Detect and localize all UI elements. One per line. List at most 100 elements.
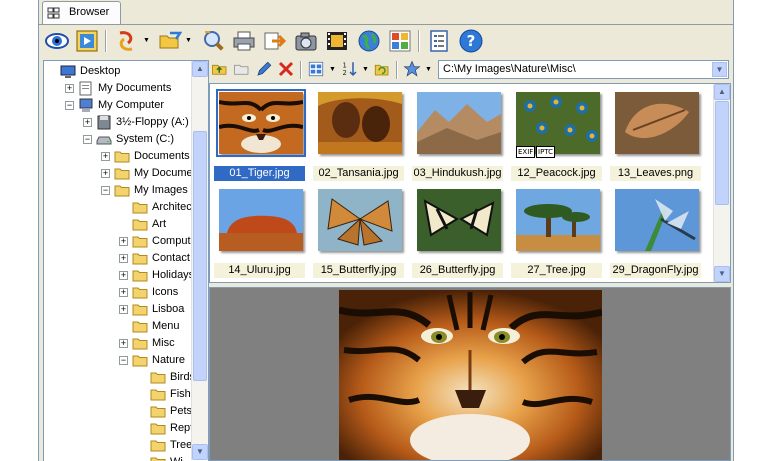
- tree-item[interactable]: + Misc: [44, 335, 191, 352]
- scroll-down-icon[interactable]: ▼: [192, 444, 208, 460]
- thumbnail-item[interactable]: 27_Tree.jpg: [510, 183, 603, 280]
- tree-item[interactable]: +3½-Floppy (A:): [44, 114, 191, 131]
- thumbnail-scrollbar[interactable]: ▲ ▼: [713, 84, 730, 282]
- thumbnail-image[interactable]: [516, 92, 600, 154]
- view-mode-icon[interactable]: [306, 58, 326, 80]
- tree-item[interactable]: + Documents a: [44, 148, 199, 165]
- thumbnail-image[interactable]: [219, 189, 303, 251]
- favorites-icon[interactable]: [402, 58, 422, 80]
- sort-dropdown-icon[interactable]: ▼: [362, 66, 369, 73]
- contact-sheet-icon[interactable]: [387, 28, 413, 54]
- refresh-icon[interactable]: [372, 58, 392, 80]
- tree-item[interactable]: Tree: [44, 437, 192, 454]
- thumbnail-caption: 12_Peacock.jpg: [511, 166, 602, 181]
- expand-icon[interactable]: +: [119, 339, 128, 348]
- thumbnail-image[interactable]: [417, 92, 501, 154]
- camera-icon[interactable]: [293, 28, 319, 54]
- expand-icon[interactable]: +: [119, 271, 128, 280]
- view-mode-dropdown-icon[interactable]: ▼: [329, 66, 336, 73]
- expand-icon[interactable]: +: [119, 254, 128, 263]
- collapse-icon[interactable]: −: [65, 101, 74, 110]
- chevron-down-icon[interactable]: ▼: [712, 62, 727, 77]
- tree-item[interactable]: Art: [44, 216, 191, 233]
- thumbnail-item[interactable]: EXIF IPTC 12_Peacock.jpg: [510, 86, 603, 183]
- find-icon[interactable]: [201, 28, 227, 54]
- tab-browser[interactable]: Browser: [42, 1, 121, 24]
- rename-icon[interactable]: [254, 58, 274, 80]
- thumbnail-image[interactable]: [615, 92, 699, 154]
- thumbnail-image[interactable]: [615, 189, 699, 251]
- thumbnail-image[interactable]: [516, 189, 600, 251]
- scrollbar-thumb[interactable]: [715, 101, 729, 205]
- scroll-up-icon[interactable]: ▲: [714, 84, 730, 100]
- print-icon[interactable]: [231, 28, 257, 54]
- rotate-icon[interactable]: [113, 28, 139, 54]
- tree-item[interactable]: Fish: [44, 386, 191, 403]
- sort-icon[interactable]: 12: [340, 58, 360, 80]
- open-folder-icon[interactable]: [157, 28, 183, 54]
- tree-item[interactable]: Birds: [44, 369, 195, 386]
- folder-icon: [132, 251, 148, 266]
- tree-item[interactable]: + Compute: [44, 233, 197, 250]
- tree-item[interactable]: Desktop: [44, 63, 191, 80]
- thumbnail-image[interactable]: [216, 89, 306, 157]
- tree-item[interactable]: Rept: [44, 420, 193, 437]
- send-icon[interactable]: [261, 28, 287, 54]
- tree-item[interactable]: + Lisboa: [44, 301, 191, 318]
- expand-icon[interactable]: +: [101, 169, 110, 178]
- new-folder-icon[interactable]: [232, 58, 252, 80]
- thumbnail-image[interactable]: [318, 92, 402, 154]
- thumbnail-item[interactable]: 26_Butterfly.jpg: [411, 183, 504, 280]
- thumbnail-grid[interactable]: 01_Tiger.jpg 02_Tansania.jpg 03_Hindukush.…: [209, 83, 731, 283]
- scroll-up-icon[interactable]: ▲: [192, 61, 208, 77]
- tree-item[interactable]: + My Documen: [44, 165, 199, 182]
- collapse-icon[interactable]: −: [101, 186, 110, 195]
- tree-item[interactable]: − System (C:): [44, 131, 191, 148]
- folder-tree[interactable]: Desktop + My Documents − My Computer +3½-Flop…: [43, 60, 209, 461]
- web-icon[interactable]: [356, 28, 382, 54]
- thumbnail-item[interactable]: 13_Leaves.png: [609, 86, 702, 183]
- expand-icon[interactable]: +: [83, 118, 92, 127]
- tree-item[interactable]: + Holidays: [44, 267, 194, 284]
- thumbnail-item[interactable]: 03_Hindukush.jpg: [411, 86, 504, 183]
- slideshow-icon[interactable]: [74, 28, 100, 54]
- delete-icon[interactable]: [276, 58, 296, 80]
- thumbnail-item[interactable]: 29_DragonFly.jpg: [609, 183, 702, 280]
- tree-item[interactable]: + Icons: [44, 284, 191, 301]
- up-folder-icon[interactable]: [210, 58, 230, 80]
- image-preview[interactable]: [209, 287, 731, 461]
- rotate-dropdown-arrow-icon[interactable]: ▼: [143, 37, 150, 44]
- filmstrip-icon[interactable]: [324, 28, 350, 54]
- scrollbar-thumb[interactable]: [193, 131, 207, 381]
- tree-item[interactable]: − My Computer: [44, 97, 191, 114]
- help-icon[interactable]: ?: [458, 28, 484, 54]
- tree-item[interactable]: Pets: [44, 403, 192, 420]
- expand-icon[interactable]: +: [119, 305, 128, 314]
- open-dropdown-arrow-icon[interactable]: ▼: [185, 37, 192, 44]
- tree-item[interactable]: Menu: [44, 318, 191, 335]
- expand-icon[interactable]: +: [101, 152, 110, 161]
- view-icon[interactable]: [44, 28, 70, 54]
- tree-item[interactable]: + Contact: [44, 250, 191, 267]
- tree-item[interactable]: − My Images: [44, 182, 191, 199]
- tree-item[interactable]: − Nature: [44, 352, 191, 369]
- thumbnail-image[interactable]: [318, 189, 402, 251]
- collapse-icon[interactable]: −: [119, 356, 128, 365]
- expand-icon[interactable]: +: [65, 84, 74, 93]
- tree-item[interactable]: Wi: [44, 454, 191, 461]
- scroll-down-icon[interactable]: ▼: [714, 266, 730, 282]
- tree-item[interactable]: Architect: [44, 199, 195, 216]
- favorites-dropdown-icon[interactable]: ▼: [425, 66, 432, 73]
- tree-scrollbar[interactable]: ▲ ▼: [191, 61, 208, 460]
- tree-item[interactable]: + My Documents: [44, 80, 191, 97]
- thumbnail-item[interactable]: 01_Tiger.jpg: [213, 86, 306, 183]
- thumbnail-image[interactable]: [417, 189, 501, 251]
- collapse-icon[interactable]: −: [83, 135, 92, 144]
- properties-icon[interactable]: [426, 28, 452, 54]
- thumbnail-item[interactable]: 02_Tansania.jpg: [312, 86, 405, 183]
- address-combobox[interactable]: C:\My Images\Nature\Misc\ ▼: [438, 60, 729, 79]
- expand-icon[interactable]: +: [119, 288, 128, 297]
- expand-icon[interactable]: +: [119, 237, 128, 246]
- thumbnail-item[interactable]: 15_Butterfly.jpg: [312, 183, 405, 280]
- thumbnail-item[interactable]: 14_Uluru.jpg: [213, 183, 306, 280]
